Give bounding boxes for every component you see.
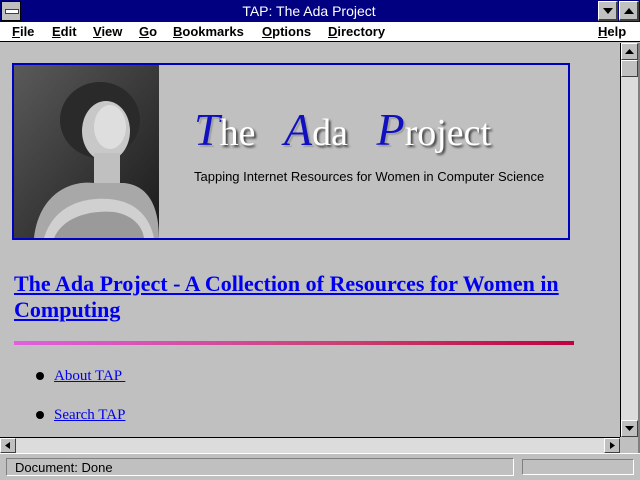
ada-lovelace-portrait xyxy=(14,65,159,238)
list-item: About TAP xyxy=(36,366,336,386)
window-title: TAP: The Ada Project xyxy=(242,3,376,19)
scroll-down-button[interactable] xyxy=(621,420,638,437)
menu-accelerator: F xyxy=(12,24,20,39)
banner-title-word-1: he xyxy=(219,112,256,154)
minimize-arrow-icon xyxy=(603,8,613,14)
maximize-button[interactable] xyxy=(619,1,639,21)
horizontal-rule xyxy=(14,341,574,345)
banner-title-word-2: da xyxy=(312,112,348,154)
title-bar[interactable]: TAP: The Ada Project xyxy=(0,0,640,22)
menu-accelerator: E xyxy=(52,24,61,39)
bullet-icon xyxy=(36,411,44,419)
scroll-up-button[interactable] xyxy=(621,43,638,60)
banner-title-cap-t: T xyxy=(194,104,220,155)
about-tap-link[interactable]: About TAP xyxy=(54,366,125,386)
portrait-image xyxy=(14,65,159,238)
menu-edit-label: Edit xyxy=(52,24,77,39)
status-text: Document: Done xyxy=(6,458,514,476)
menu-accelerator: O xyxy=(262,24,273,39)
menu-file[interactable]: File xyxy=(12,22,34,41)
menu-help-label: Help xyxy=(598,24,627,39)
menu-bookmarks[interactable]: Bookmarks xyxy=(173,22,244,41)
scroll-right-button[interactable] xyxy=(604,438,620,453)
minimize-button[interactable] xyxy=(598,1,618,21)
menu-directory[interactable]: Directory xyxy=(328,22,385,41)
vertical-scroll-thumb[interactable] xyxy=(621,60,638,77)
scroll-left-arrow-icon xyxy=(5,442,10,449)
banner-title: The Ada Project xyxy=(194,103,564,155)
menu-go-label: Go xyxy=(139,24,158,39)
menu-go[interactable]: Go xyxy=(139,22,157,41)
menu-view-label: View xyxy=(93,24,123,39)
banner: The Ada Project Tapping Internet Resourc… xyxy=(12,63,570,240)
page-content[interactable]: The Ada Project Tapping Internet Resourc… xyxy=(0,43,620,437)
menu-accelerator: B xyxy=(173,24,183,39)
banner-title-cap-a: A xyxy=(283,104,313,155)
menu-accelerator: H xyxy=(598,24,608,39)
vertical-scrollbar[interactable] xyxy=(620,43,638,437)
scrollbar-corner xyxy=(620,437,638,453)
system-menu-icon[interactable] xyxy=(1,1,21,21)
heading-link[interactable]: The Ada Project - A Collection of Resour… xyxy=(14,271,614,323)
list-item: Search TAP xyxy=(36,405,336,425)
banner-title-cap-p: P xyxy=(376,104,405,155)
menu-file-label: File xyxy=(12,24,35,39)
maximize-arrow-icon xyxy=(624,8,634,14)
search-tap-link[interactable]: Search TAP xyxy=(54,405,125,425)
menu-accelerator: V xyxy=(93,24,102,39)
menu-directory-label: Directory xyxy=(328,24,386,39)
banner-title-word-3: roject xyxy=(404,112,492,154)
status-bar: Document: Done xyxy=(0,453,640,480)
banner-subtitle: Tapping Internet Resources for Women in … xyxy=(194,169,545,184)
scroll-right-arrow-icon xyxy=(610,442,615,449)
menu-options[interactable]: Options xyxy=(262,22,311,41)
scroll-down-arrow-icon xyxy=(625,426,634,431)
menu-accelerator: D xyxy=(328,24,338,39)
horizontal-scrollbar[interactable] xyxy=(0,437,620,453)
menu-edit[interactable]: Edit xyxy=(52,22,77,41)
progress-indicator xyxy=(522,459,634,475)
menu-help[interactable]: Help xyxy=(598,22,626,41)
browser-window: TAP: The Ada Project File Edit View Go B… xyxy=(0,0,640,480)
menu-accelerator: G xyxy=(139,24,150,39)
scroll-up-arrow-icon xyxy=(625,49,634,54)
menu-view[interactable]: View xyxy=(93,22,122,41)
bullet-icon xyxy=(36,372,44,380)
menu-bar: File Edit View Go Bookmarks Options Dire… xyxy=(0,22,640,42)
scroll-left-button[interactable] xyxy=(0,438,16,453)
menu-options-label: Options xyxy=(262,24,312,39)
menu-bookmarks-label: Bookmarks xyxy=(173,24,244,39)
